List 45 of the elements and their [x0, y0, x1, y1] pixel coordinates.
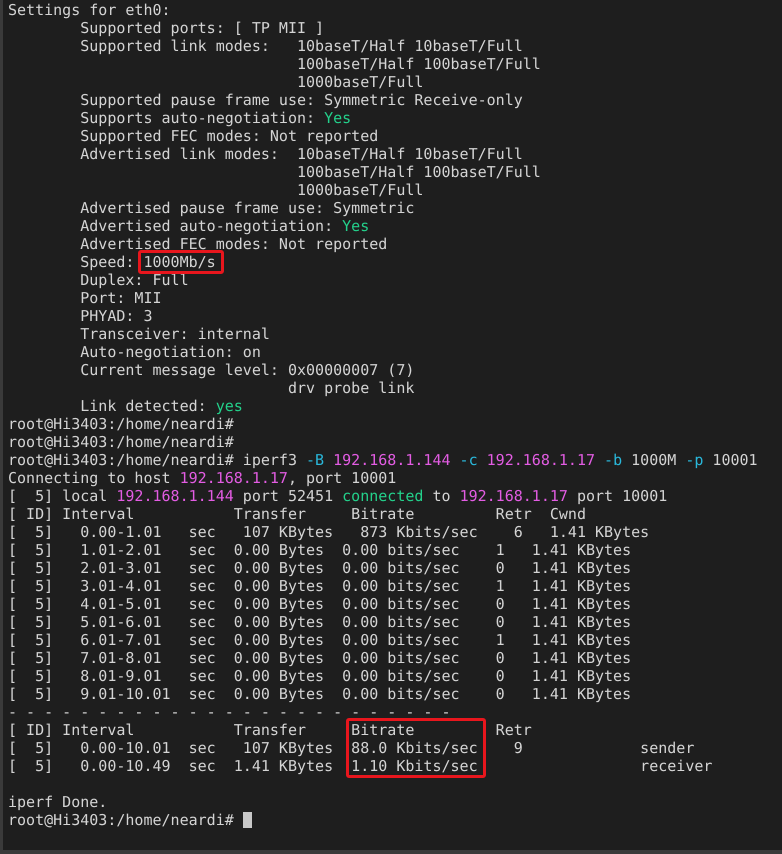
terminal-line: iperf Done. — [8, 793, 108, 811]
terminal-line: Supported ports: [ TP MII ] — [79, 19, 324, 37]
terminal-line: drv probe link — [286, 379, 414, 397]
terminal-line: [ 5] 0.00-10.01 sec 107 KBytes 88.0 Kbits/sec 9 sender — [8, 739, 694, 757]
terminal-line: 100baseT/Half 100baseT/Full — [296, 163, 541, 181]
terminal-line: [ 5] 0.00-1.01 sec 107 KBytes 873 Kbits/sec 6 1.41 KBytes — [8, 523, 650, 541]
terminal-line: root@Hi3403:/home/neardi# — [8, 433, 234, 451]
terminal-line: [ 5] 3.01-4.01 sec 0.00 Bytes 0.00 bits/sec 1 1.41 KBytes — [8, 577, 632, 595]
terminal-line: Settings for eth0: — [8, 1, 171, 19]
terminal-line: Auto-negotiation: on — [79, 343, 261, 361]
terminal-line: 1000baseT/Full — [296, 73, 424, 91]
terminal-line: Port: MII — [79, 289, 162, 307]
terminal-line: Advertised pause frame use: Symmetric — [79, 199, 414, 217]
terminal-line: [ 5] 2.01-3.01 sec 0.00 Bytes 0.00 bits/sec 0 1.41 KBytes — [8, 559, 632, 577]
terminal-line: [ 5] 7.01-8.01 sec 0.00 Bytes 0.00 bits/sec 0 1.41 KBytes — [8, 649, 632, 667]
terminal-line: [ ID] Interval Transfer Bitrate Retr Cwnd — [8, 505, 586, 523]
terminal-line: Current message level: 0x00000007 (7) — [79, 361, 414, 379]
terminal-line: Connecting to host 192.168.1.17, port 10001 — [8, 469, 396, 487]
terminal-line: Advertised link modes: 10baseT/Half 10baseT/Full — [79, 145, 523, 163]
terminal-line: Transceiver: internal — [79, 325, 270, 343]
terminal-line: [ 5] 8.01-9.01 sec 0.00 Bytes 0.00 bits/sec 0 1.41 KBytes — [8, 667, 632, 685]
terminal-line: [ 5] 6.01-7.01 sec 0.00 Bytes 0.00 bits/sec 1 1.41 KBytes — [8, 631, 632, 649]
terminal-line: Advertised auto-negotiation: Yes — [79, 217, 370, 235]
terminal-line: 1000baseT/Full — [296, 181, 424, 199]
terminal-line: PHYAD: 3 — [79, 307, 152, 325]
terminal-line: Link detected: yes — [79, 397, 243, 415]
terminal-line: Duplex: Full — [79, 271, 189, 289]
terminal-line: [ 5] 9.01-10.01 sec 0.00 Bytes 0.00 bits/sec 0 1.41 KBytes — [8, 685, 632, 703]
terminal-line: Supported pause frame use: Symmetric Receive-only — [79, 91, 523, 109]
terminal-line: [ 5] 1.01-2.01 sec 0.00 Bytes 0.00 bits/sec 1 1.41 KBytes — [8, 541, 632, 559]
terminal-line: Supported FEC modes: Not reported — [79, 127, 378, 145]
terminal-line: root@Hi3403:/home/neardi# — [8, 811, 252, 829]
terminal-line: [ 5] 5.01-6.01 sec 0.00 Bytes 0.00 bits/sec 0 1.41 KBytes — [8, 613, 632, 631]
terminal-line: [ 5] 0.00-10.49 sec 1.41 KBytes 1.10 Kbits/sec receiver — [8, 757, 712, 775]
terminal-line: Supported link modes: 10baseT/Half 10baseT/Full — [79, 37, 523, 55]
terminal-line: Advertised FEC modes: Not reported — [79, 235, 388, 253]
terminal-line: [ 5] 4.01-5.01 sec 0.00 Bytes 0.00 bits/sec 0 1.41 KBytes — [8, 595, 632, 613]
terminal-line: Supports auto-negotiation: Yes — [79, 109, 352, 127]
terminal-line: [ ID] Interval Transfer Bitrate Retr — [8, 721, 532, 739]
terminal-line: root@Hi3403:/home/neardi# iperf3 -B 192.168.1.144 -c 192.168.1.17 -b 1000M -p 10001 — [8, 451, 758, 469]
terminal-line: - - - - - - - - - - - - - - - - - - - - - - - - - — [8, 703, 451, 721]
terminal-line: root@Hi3403:/home/neardi# — [8, 415, 234, 433]
terminal-line: 100baseT/Half 100baseT/Full — [296, 55, 541, 73]
terminal-line: Speed: 1000Mb/s — [79, 253, 216, 271]
terminal-line: [ 5] local 192.168.1.144 port 52451 connected to 192.168.1.17 port 10001 — [8, 487, 668, 505]
